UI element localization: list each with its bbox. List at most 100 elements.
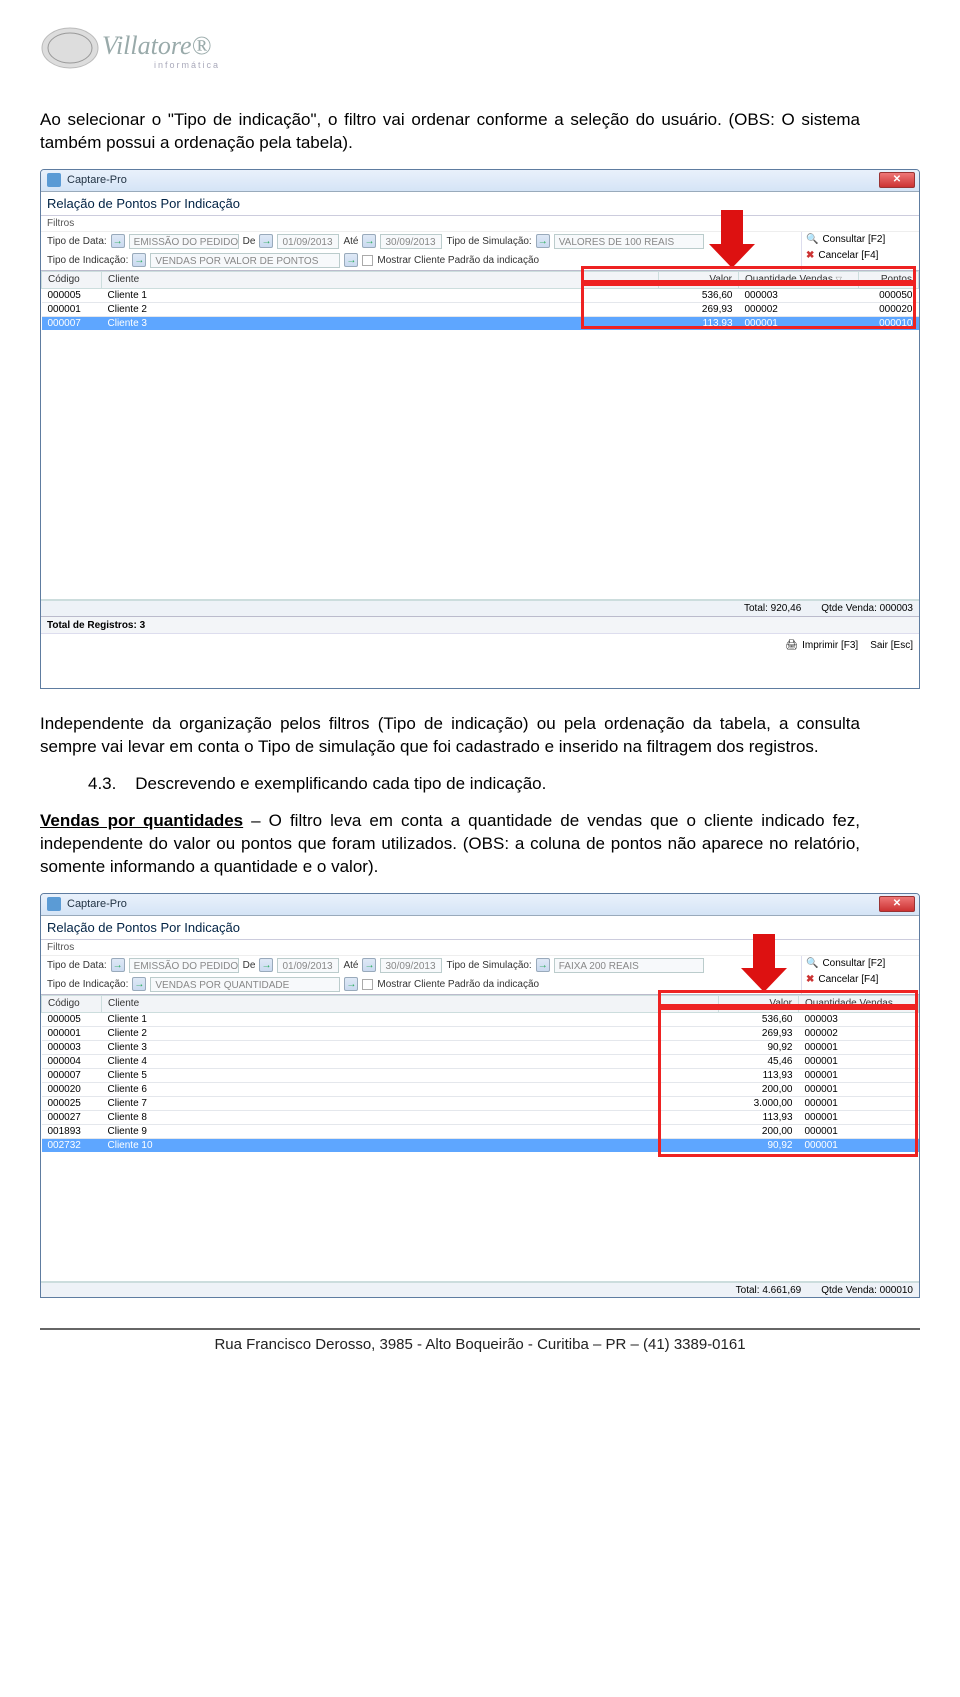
- expand-icon[interactable]: →: [344, 977, 358, 991]
- col-codigo[interactable]: Código: [42, 271, 102, 288]
- summary-bar: Total: 4.661,69 Qtde Venda: 000010: [41, 1282, 919, 1298]
- table-row[interactable]: 000020Cliente 6200,00000001: [42, 1082, 919, 1096]
- col-valor[interactable]: Valor: [719, 995, 799, 1012]
- search-icon: 🔍: [806, 958, 818, 969]
- table-row[interactable]: 000003Cliente 390,92000001: [42, 1040, 919, 1054]
- label-ate: Até: [343, 960, 358, 971]
- col-codigo[interactable]: Código: [42, 995, 102, 1012]
- col-cliente[interactable]: Cliente: [102, 995, 719, 1012]
- table-row[interactable]: 000027Cliente 8113,93000001: [42, 1110, 919, 1124]
- expand-icon[interactable]: →: [536, 958, 550, 972]
- filters-group-label: Filtros: [41, 940, 919, 956]
- field-tipo-data[interactable]: EMISSÃO DO PEDIDO: [129, 958, 239, 973]
- close-button[interactable]: ✕: [879, 172, 915, 188]
- col-qtd[interactable]: Quantidade Vendas ▽: [739, 271, 859, 288]
- col-qtd[interactable]: Quantidade Vendas: [799, 995, 919, 1012]
- app-title: Captare-Pro: [67, 898, 127, 910]
- app-window-2: Captare-Pro ✕ Relação de Pontos Por Indi…: [40, 893, 920, 1298]
- col-cliente[interactable]: Cliente: [102, 271, 659, 288]
- cancel-icon: ✖: [806, 250, 814, 261]
- expand-icon[interactable]: →: [259, 958, 273, 972]
- field-tipo-ind[interactable]: VENDAS POR QUANTIDADE: [150, 977, 340, 992]
- table-row[interactable]: 000007Cliente 3113,93000001000010: [42, 316, 919, 330]
- table-row[interactable]: 000005Cliente 1536,60000003000050: [42, 288, 919, 302]
- label-tipo-ind: Tipo de Indicação:: [47, 255, 128, 266]
- label-tipo-sim: Tipo de Simulação:: [446, 960, 531, 971]
- status-bar: Total de Registros: 3: [41, 616, 919, 633]
- expand-icon[interactable]: →: [536, 234, 550, 248]
- col-valor[interactable]: Valor: [659, 271, 739, 288]
- total-valor: Total: 920,46: [744, 603, 801, 614]
- table-header-row[interactable]: Código Cliente Valor Quantidade Vendas: [42, 995, 919, 1012]
- svg-text:informática: informática: [154, 60, 220, 70]
- label-de: De: [243, 960, 256, 971]
- label-ate: Até: [343, 236, 358, 247]
- field-ate[interactable]: 30/09/2013: [380, 234, 442, 249]
- label-tipo-data: Tipo de Data:: [47, 236, 107, 247]
- paragraph-3: 4.3. Descrevendo e exemplificando cada t…: [88, 773, 860, 796]
- expand-icon[interactable]: →: [132, 977, 146, 991]
- expand-icon[interactable]: →: [111, 234, 125, 248]
- label-tipo-sim: Tipo de Simulação:: [446, 236, 531, 247]
- app-title: Captare-Pro: [67, 174, 127, 186]
- close-button[interactable]: ✕: [879, 896, 915, 912]
- cancel-icon: ✖: [806, 974, 814, 985]
- sair-button[interactable]: Sair [Esc]: [870, 640, 913, 651]
- expand-icon[interactable]: →: [111, 958, 125, 972]
- expand-icon[interactable]: →: [344, 253, 358, 267]
- table-row[interactable]: 000001Cliente 2269,93000002000020: [42, 302, 919, 316]
- filter-row-1: Tipo de Data: → EMISSÃO DO PEDIDO De → 0…: [41, 956, 801, 975]
- app-icon: [47, 173, 61, 187]
- checkbox-mostrar[interactable]: [362, 979, 373, 990]
- field-tipo-ind[interactable]: VENDAS POR VALOR DE PONTOS: [150, 253, 340, 268]
- data-table: Código Cliente Valor Quantidade Vendas 0…: [41, 995, 919, 1153]
- page-footer: Rua Francisco Derosso, 3985 - Alto Boque…: [40, 1328, 920, 1353]
- field-tipo-data[interactable]: EMISSÃO DO PEDIDO: [129, 234, 239, 249]
- report-heading: Relação de Pontos Por Indicação: [41, 916, 919, 940]
- field-tipo-sim[interactable]: VALORES DE 100 REAIS: [554, 234, 704, 249]
- data-table: Código Cliente Valor Quantidade Vendas ▽…: [41, 271, 919, 331]
- cancelar-button[interactable]: ✖ Cancelar [F4]: [802, 248, 919, 264]
- checkbox-mostrar[interactable]: [362, 255, 373, 266]
- field-tipo-sim[interactable]: FAIXA 200 REAIS: [554, 958, 704, 973]
- titlebar: Captare-Pro ✕: [41, 170, 919, 192]
- cancelar-button[interactable]: ✖ Cancelar [F4]: [802, 972, 919, 988]
- label-tipo-data: Tipo de Data:: [47, 960, 107, 971]
- filter-row-2: Tipo de Indicação: → VENDAS POR QUANTIDA…: [41, 975, 801, 994]
- summary-bar: Total: 920,46 Qtde Venda: 000003: [41, 600, 919, 616]
- field-de[interactable]: 01/09/2013: [277, 958, 339, 973]
- consultar-button[interactable]: 🔍 Consultar [F2]: [802, 232, 919, 248]
- imprimir-button[interactable]: 🖨 Imprimir [F3]: [785, 640, 858, 651]
- paragraph-1: Ao selecionar o "Tipo de indicação", o f…: [40, 109, 860, 155]
- paragraph-4: Vendas por quantidades – O filtro leva e…: [40, 810, 860, 879]
- app-window-1: Captare-Pro ✕ Relação de Pontos Por Indi…: [40, 169, 920, 689]
- expand-icon[interactable]: →: [259, 234, 273, 248]
- consultar-label: Consultar [F2]: [822, 234, 885, 245]
- table-row[interactable]: 000005Cliente 1536,60000003: [42, 1012, 919, 1026]
- table-row[interactable]: 000004Cliente 445,46000001: [42, 1054, 919, 1068]
- consultar-button[interactable]: 🔍 Consultar [F2]: [802, 956, 919, 972]
- logo: Villatore® informática: [40, 20, 920, 79]
- col-pontos[interactable]: Pontos: [859, 271, 919, 288]
- field-ate[interactable]: 30/09/2013: [380, 958, 442, 973]
- filters-group-label: Filtros: [41, 216, 919, 232]
- expand-icon[interactable]: →: [132, 253, 146, 267]
- total-qtd: Qtde Venda: 000003: [821, 603, 913, 614]
- table-row[interactable]: 000007Cliente 5113,93000001: [42, 1068, 919, 1082]
- filter-row-1: Tipo de Data: → EMISSÃO DO PEDIDO De → 0…: [41, 232, 801, 251]
- table-row[interactable]: 000001Cliente 2269,93000002: [42, 1026, 919, 1040]
- cancelar-label: Cancelar [F4]: [818, 974, 878, 985]
- titlebar: Captare-Pro ✕: [41, 894, 919, 916]
- expand-icon[interactable]: →: [362, 958, 376, 972]
- cancelar-label: Cancelar [F4]: [818, 250, 878, 261]
- table-row[interactable]: 001893Cliente 9200,00000001: [42, 1124, 919, 1138]
- table-row[interactable]: 002732Cliente 1090,92000001: [42, 1138, 919, 1152]
- vendas-quantidades-lead: Vendas por quantidades: [40, 811, 243, 830]
- svg-text:Villatore®: Villatore®: [102, 31, 212, 60]
- table-header-row[interactable]: Código Cliente Valor Quantidade Vendas ▽…: [42, 271, 919, 288]
- table-row[interactable]: 000025Cliente 73.000,00000001: [42, 1096, 919, 1110]
- label-de: De: [243, 236, 256, 247]
- expand-icon[interactable]: →: [362, 234, 376, 248]
- field-de[interactable]: 01/09/2013: [277, 234, 339, 249]
- print-icon: 🖨: [785, 640, 798, 651]
